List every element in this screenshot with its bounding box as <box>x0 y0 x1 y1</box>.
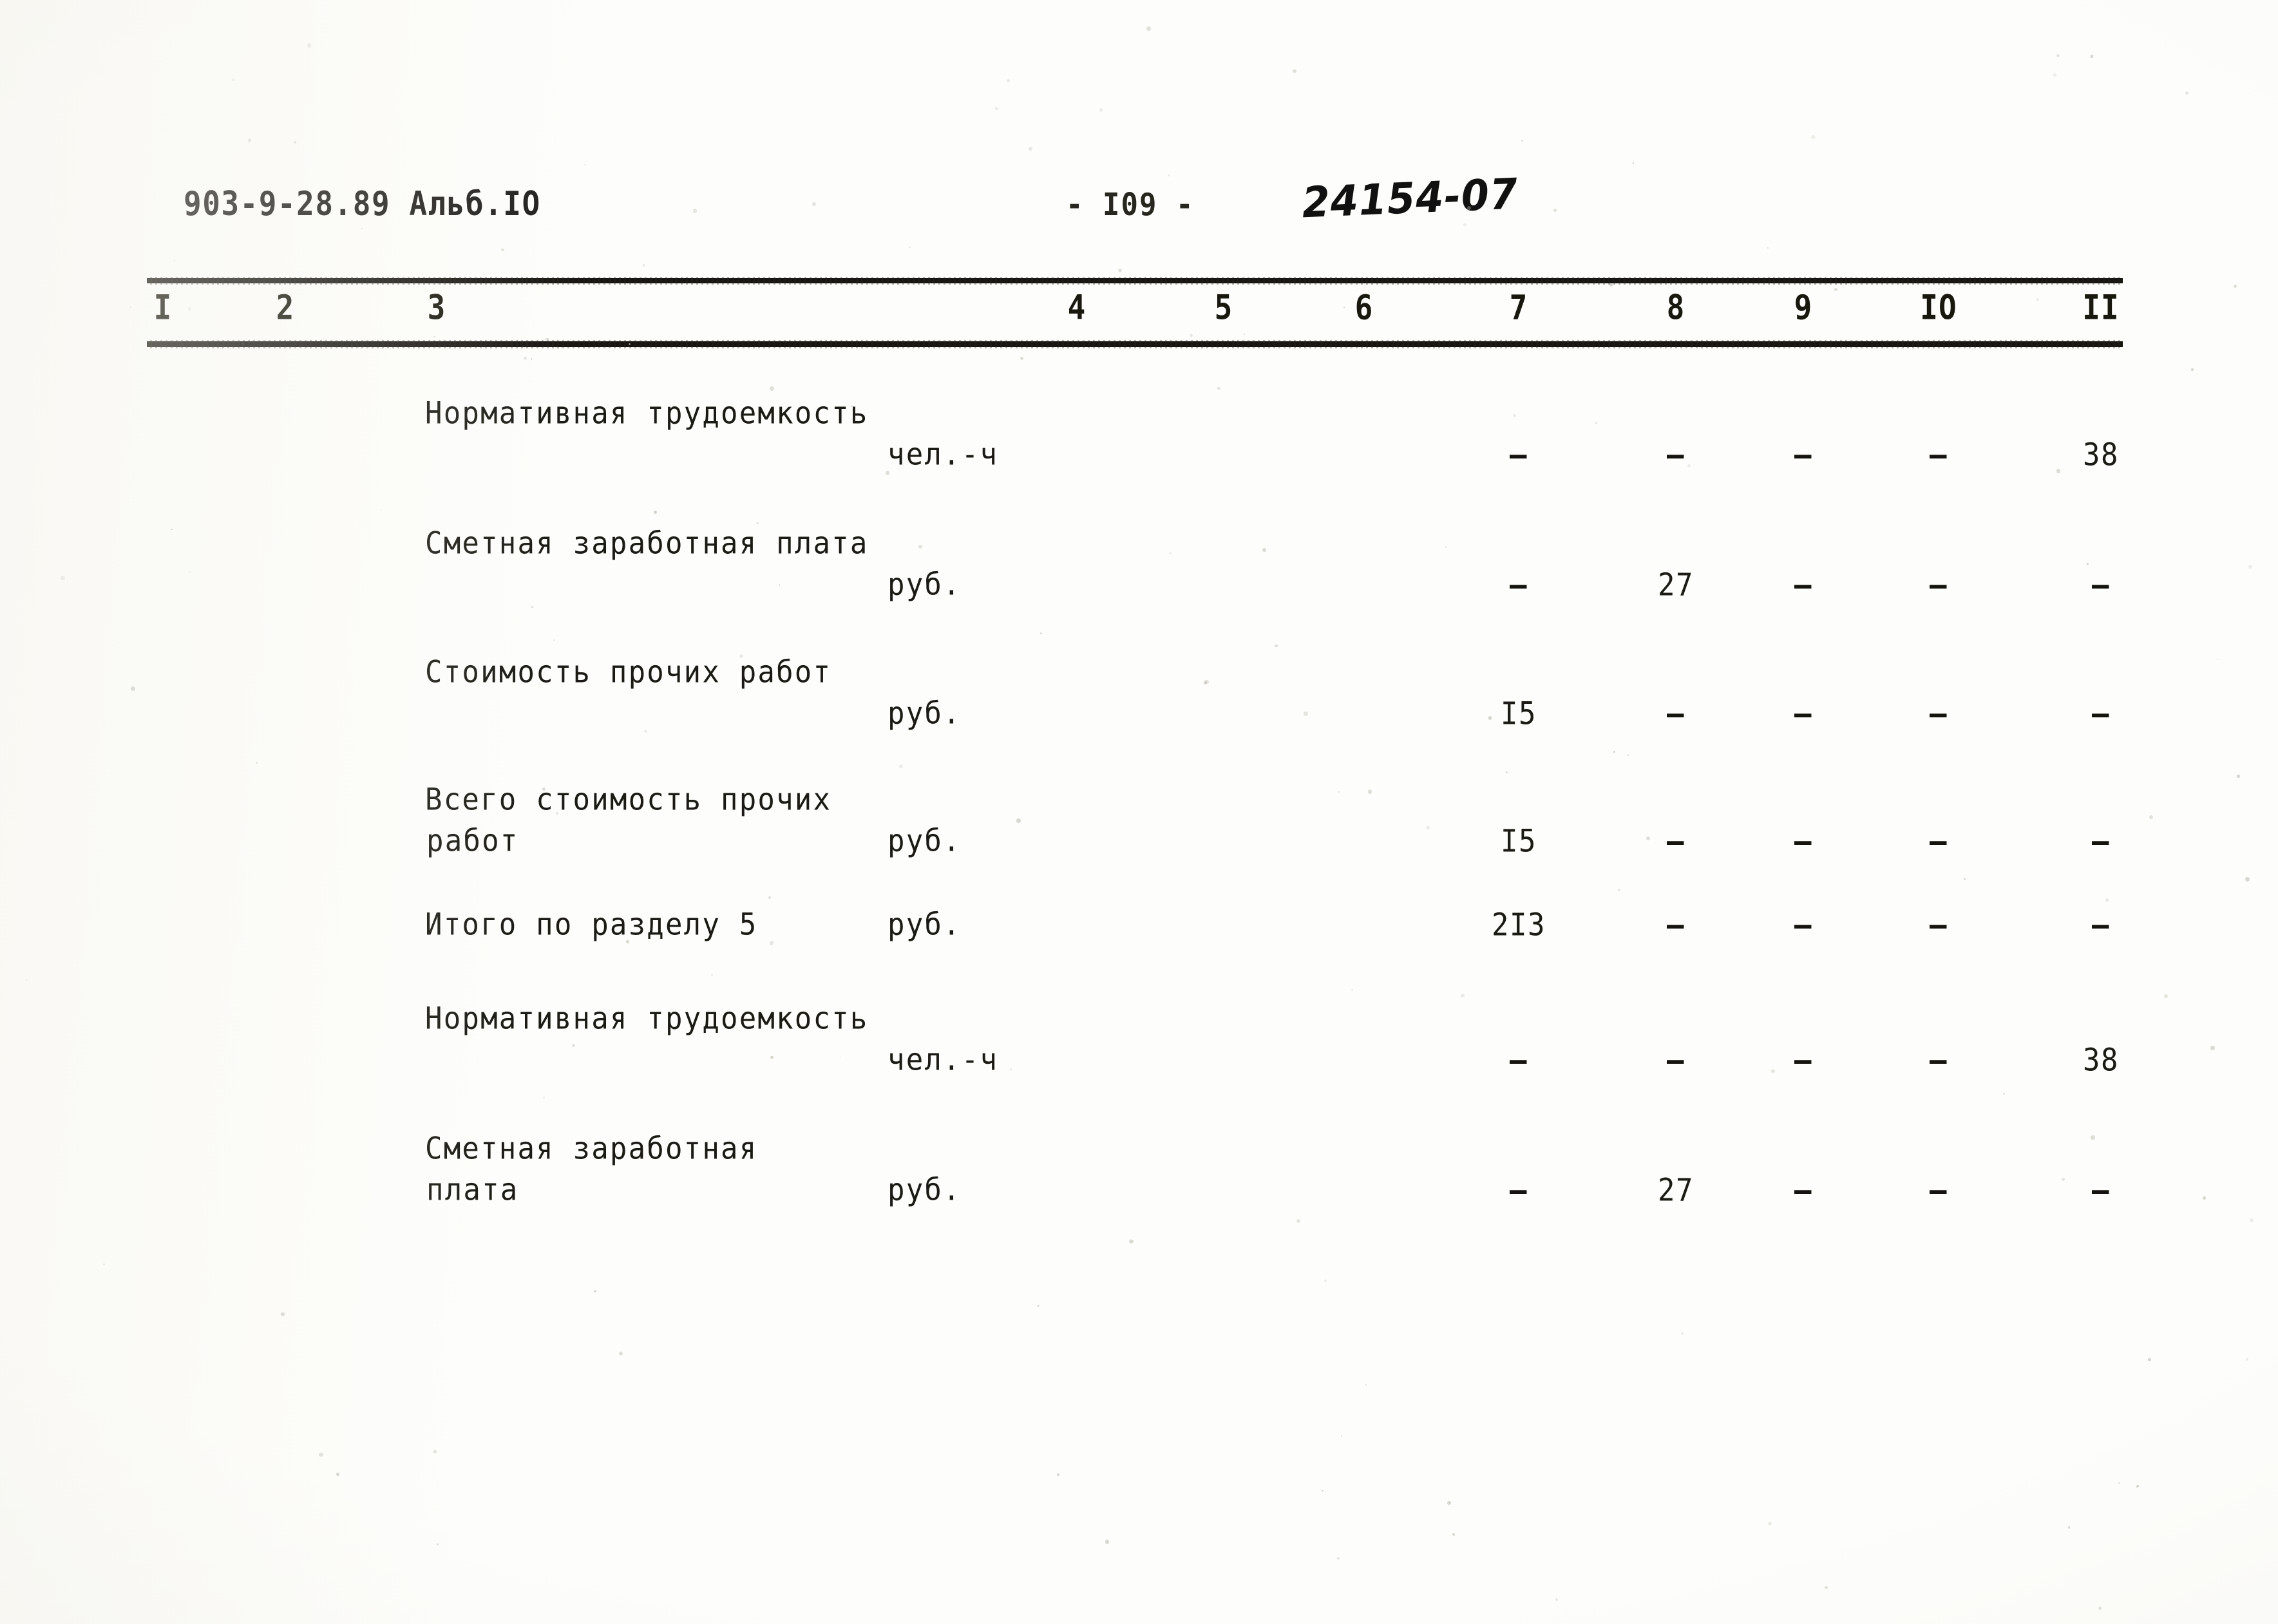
row-unit: руб. <box>887 907 962 943</box>
scan-vignette <box>0 0 2278 1624</box>
row-label-continuation: плата <box>426 1172 519 1208</box>
document-code: 903-9-28.89 Альб.IO <box>184 184 541 223</box>
table-cell-col9: — <box>1794 695 1812 732</box>
table-column-numbers: I 2 3 4 5 6 7 8 9 IO II <box>0 287 2278 340</box>
table-cell-col9: — <box>1794 1172 1812 1209</box>
table-cell-col11: — <box>2092 567 2110 603</box>
row-label: Стоимость прочих работ <box>425 654 832 690</box>
row-unit: руб. <box>887 695 962 732</box>
row-label: Сметная заработная <box>425 1131 758 1167</box>
table-cell-col11: — <box>2092 823 2110 860</box>
column-number-4: 4 <box>1067 287 1087 328</box>
table-cell-col11: 38 <box>2083 437 2119 473</box>
table-cell-col9: — <box>1794 437 1812 473</box>
table-cell-col7: I5 <box>1501 695 1537 732</box>
row-unit: чел.-ч <box>887 1042 999 1078</box>
table-cell-col7: I5 <box>1501 823 1537 860</box>
column-number-7: 7 <box>1509 287 1528 328</box>
table-cell-col7: — <box>1510 1172 1528 1209</box>
table-cell-col11: — <box>2092 1172 2110 1209</box>
row-unit: руб. <box>887 1172 962 1208</box>
column-number-5: 5 <box>1214 287 1233 328</box>
table-cell-col11: — <box>2092 695 2110 732</box>
table-cell-col10: — <box>1930 823 1948 860</box>
handwritten-annotation: 24154-07 <box>1301 168 1519 228</box>
table-cell-col11: 38 <box>2083 1042 2119 1079</box>
row-unit: чел.-ч <box>887 437 999 473</box>
page-number: - I09 - <box>1066 187 1195 223</box>
table-cell-col10: — <box>1930 907 1948 943</box>
table-cell-col7: — <box>1510 437 1528 473</box>
row-label-continuation: работ <box>426 823 519 859</box>
table-cell-col8: — <box>1667 695 1685 732</box>
row-unit: руб. <box>887 823 962 859</box>
table-cell-col8: 27 <box>1658 567 1694 603</box>
column-number-3: 3 <box>427 287 446 328</box>
table-cell-col8: — <box>1667 437 1685 473</box>
document-header: 903-9-28.89 Альб.IO - I09 - 24154-07 <box>0 169 2278 229</box>
row-label: Всего стоимость прочих <box>425 782 832 818</box>
table-rule-bottom <box>147 340 2123 348</box>
table-cell-col8: — <box>1667 907 1685 943</box>
column-number-10: IO <box>1920 287 1957 328</box>
table-cell-col11: — <box>2092 907 2110 943</box>
row-label: Итого по разделу 5 <box>425 907 758 943</box>
table-cell-col9: — <box>1794 1042 1812 1079</box>
table-cell-col9: — <box>1794 823 1812 860</box>
table-cell-col8: — <box>1667 823 1685 860</box>
row-label: Нормативная трудоемкость <box>425 395 869 431</box>
row-unit: руб. <box>887 567 962 603</box>
table-cell-col10: — <box>1930 567 1948 603</box>
table-cell-col10: — <box>1930 1172 1948 1209</box>
table-cell-col7: 2I3 <box>1492 907 1546 943</box>
row-label: Нормативная трудоемкость <box>425 1001 869 1037</box>
column-number-2: 2 <box>276 287 295 328</box>
column-number-6: 6 <box>1354 287 1374 328</box>
column-number-11: II <box>2082 287 2120 328</box>
table-cell-col8: — <box>1667 1042 1685 1079</box>
table-cell-col7: — <box>1510 1042 1528 1079</box>
table-cell-col9: — <box>1794 567 1812 603</box>
table-cell-col10: — <box>1930 695 1948 732</box>
column-number-8: 8 <box>1666 287 1685 328</box>
column-number-1: I <box>153 287 173 328</box>
table-cell-col8: 27 <box>1658 1172 1694 1209</box>
row-label: Сметная заработная плата <box>425 525 869 562</box>
table-cell-col7: — <box>1510 567 1528 603</box>
column-number-9: 9 <box>1794 287 1813 328</box>
table-cell-col10: — <box>1930 437 1948 473</box>
table-cell-col10: — <box>1930 1042 1948 1079</box>
scanned-document-page: 903-9-28.89 Альб.IO - I09 - 24154-07 I 2 3… <box>0 0 2278 1624</box>
table-rule-top <box>147 277 2123 285</box>
table-cell-col9: — <box>1794 907 1812 943</box>
